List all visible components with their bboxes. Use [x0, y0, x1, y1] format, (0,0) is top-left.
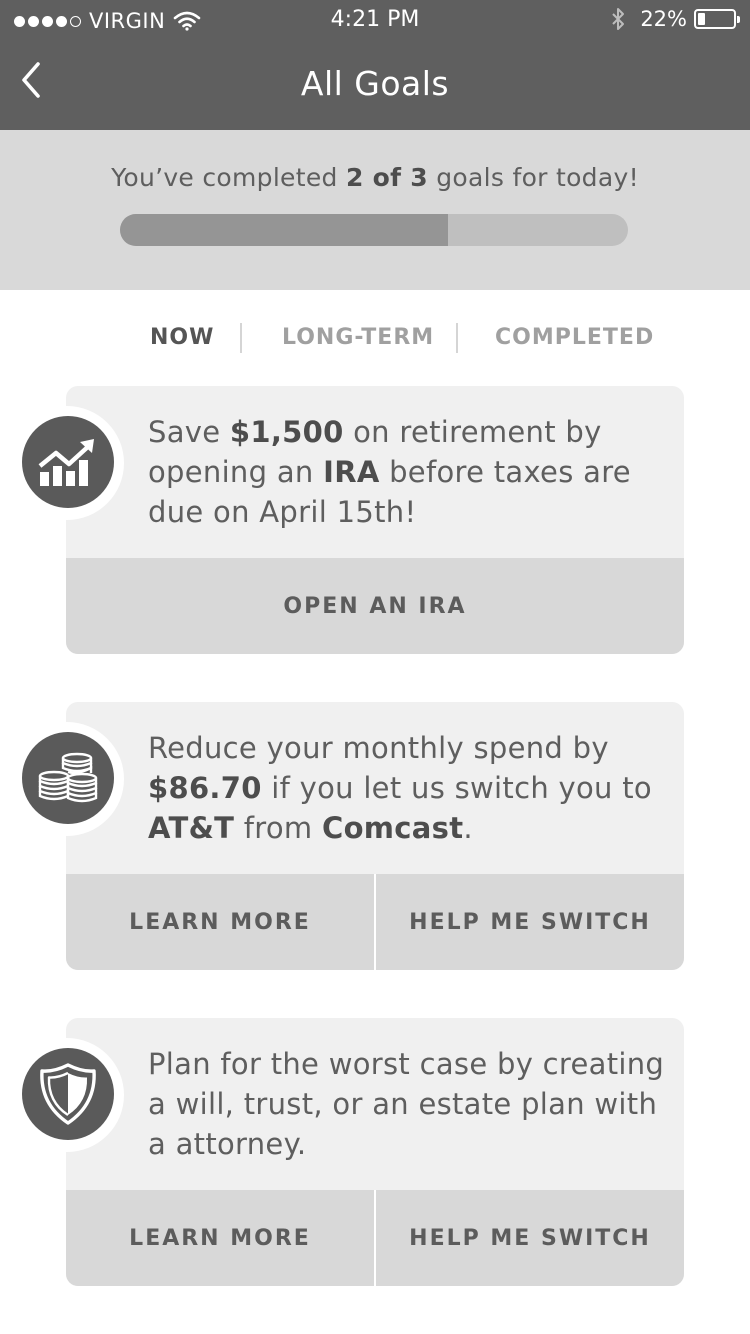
goal-highlight: Comcast	[321, 811, 464, 845]
help-me-switch-button[interactable]: HELP ME SWITCH	[374, 1190, 684, 1286]
goal-icon-badge	[10, 722, 124, 836]
tab-long-term[interactable]: LONG-TERM	[282, 325, 434, 350]
goal-highlight: IRA	[323, 455, 380, 489]
goal-description: Save $1,500 on retirement by opening an …	[148, 412, 668, 532]
battery-percent: 22%	[640, 7, 687, 31]
learn-more-button[interactable]: LEARN MORE	[66, 1190, 374, 1286]
battery-icon	[694, 9, 740, 29]
goal-description: Reduce your monthly spend by $86.70 if y…	[148, 728, 668, 848]
goal-icon-circle	[22, 1048, 114, 1140]
goal-text: .	[463, 811, 473, 845]
learn-more-button[interactable]: LEARN MORE	[66, 874, 374, 970]
goal-icon-badge	[10, 406, 124, 520]
progress-message: You’ve completed 2 of 3 goals for today!	[0, 163, 750, 192]
goal-text: from	[234, 811, 322, 845]
growth-chart-icon	[38, 439, 94, 486]
coins-icon	[38, 752, 98, 803]
goal-card-switch-provider: Reduce your monthly spend by $86.70 if y…	[10, 702, 684, 970]
progress-bar	[120, 214, 628, 246]
goal-actions: LEARN MORE HELP ME SWITCH	[66, 1190, 684, 1286]
goal-highlight: AT&T	[148, 811, 235, 845]
daily-progress: You’ve completed 2 of 3 goals for today!	[0, 130, 750, 290]
battery-nub	[737, 16, 740, 23]
goal-description: Plan for the worst case by creating a wi…	[148, 1044, 668, 1164]
goal-card-estate-plan: Plan for the worst case by creating a wi…	[10, 1018, 684, 1286]
help-me-switch-button[interactable]: HELP ME SWITCH	[374, 874, 684, 970]
battery-fill	[698, 13, 706, 25]
shield-icon	[40, 1063, 96, 1125]
progress-suffix: goals for today!	[428, 163, 639, 192]
progress-prefix: You’ve completed	[111, 163, 346, 192]
tab-divider	[240, 323, 242, 353]
goal-tabs: NOW LONG-TERM COMPLETED	[0, 318, 750, 358]
progress-count: 2 of 3	[345, 163, 429, 192]
goal-highlight: $1,500	[229, 415, 344, 449]
goal-actions: OPEN AN IRA	[66, 558, 684, 654]
goal-text: Save	[148, 415, 230, 449]
status-bar: VIRGIN 4:21 PM 22%	[0, 0, 750, 40]
tab-now[interactable]: NOW	[150, 325, 214, 350]
goal-icon-badge	[10, 1038, 124, 1152]
goal-icon-circle	[22, 416, 114, 508]
goal-text: if you let us switch you to	[261, 771, 652, 805]
goal-card-ira: Save $1,500 on retirement by opening an …	[10, 386, 684, 654]
open-ira-button[interactable]: OPEN AN IRA	[66, 558, 684, 654]
goal-icon-circle	[22, 732, 114, 824]
goal-text: Plan for the worst case by creating a wi…	[148, 1047, 665, 1161]
progress-bar-fill	[120, 214, 448, 246]
goal-highlight: $86.70	[148, 771, 262, 805]
tab-divider	[456, 323, 458, 353]
goal-text: Reduce your monthly spend by	[148, 731, 609, 765]
top-bar: VIRGIN 4:21 PM 22% All Goals	[0, 0, 750, 130]
goal-actions: LEARN MORE HELP ME SWITCH	[66, 874, 684, 970]
bluetooth-icon	[612, 8, 625, 30]
tab-completed[interactable]: COMPLETED	[495, 325, 654, 350]
page-title: All Goals	[300, 64, 450, 103]
